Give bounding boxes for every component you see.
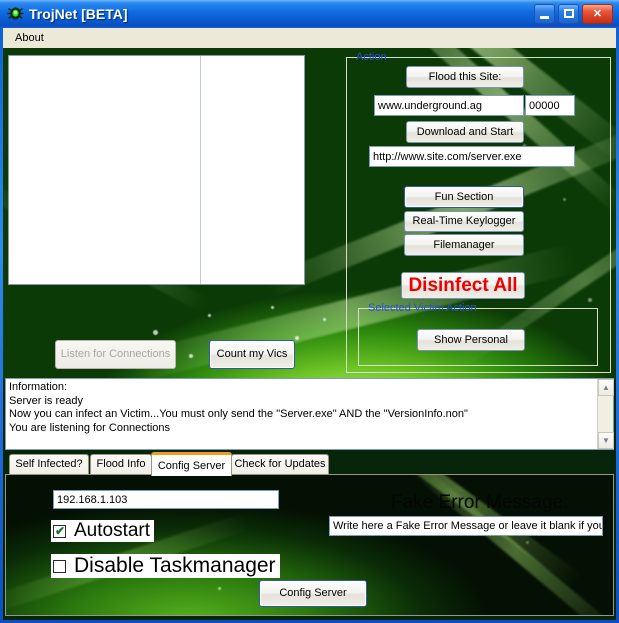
- scroll-down-icon[interactable]: ▼: [598, 432, 614, 449]
- autostart-label: Autostart: [74, 520, 151, 541]
- tab-check-for-updates[interactable]: Check for Updates: [231, 454, 329, 475]
- flood-port-input[interactable]: 00000: [525, 95, 575, 116]
- download-url-input[interactable]: http://www.site.com/server.exe: [369, 146, 575, 167]
- log-line: Now you can infect an Victim...You must …: [9, 408, 468, 420]
- bug-icon: [7, 7, 24, 20]
- autostart-checkbox[interactable]: ✔ Autostart: [51, 520, 155, 542]
- fake-error-message-input[interactable]: Write here a Fake Error Message or leave…: [329, 516, 603, 536]
- titlebar-highlight: [0, 0, 619, 3]
- client-area: Listen for Connections Count my Vics Act…: [3, 48, 616, 620]
- disable-taskmanager-label: Disable Taskmanager: [74, 554, 276, 577]
- count-my-vics-button[interactable]: Count my Vics: [209, 340, 295, 369]
- disinfect-all-button[interactable]: Disinfect All: [401, 272, 525, 299]
- scroll-up-icon[interactable]: ▲: [598, 379, 614, 396]
- minimize-button[interactable]: [534, 4, 555, 24]
- log-line: Information:: [9, 381, 68, 393]
- tab-flood-info[interactable]: Flood Info: [90, 454, 152, 475]
- selected-victim-action-title: Selected Victim Action: [368, 302, 477, 314]
- tab-self-infected[interactable]: Self Infected?: [9, 454, 89, 475]
- menu-bar: About: [3, 28, 616, 48]
- config-server-panel: 192.168.1.103 ✔ Autostart Disable Taskma…: [5, 474, 614, 616]
- minimize-icon: [540, 16, 549, 19]
- victim-listview[interactable]: [8, 55, 305, 285]
- show-personal-button[interactable]: Show Personal: [417, 329, 525, 351]
- download-and-start-button[interactable]: Download and Start: [406, 121, 524, 143]
- checkbox-box: ✔: [53, 523, 66, 538]
- fake-error-message-label: Fake Error Message:: [391, 492, 569, 513]
- application-window: TrojNet [BETA] ✕ About Listen for Connec…: [0, 0, 619, 623]
- log-scrollbar[interactable]: ▲ ▼: [597, 379, 614, 449]
- listview-column-divider: [200, 56, 201, 284]
- maximize-icon: [564, 9, 574, 18]
- checkbox-box: [53, 559, 66, 573]
- config-server-button[interactable]: Config Server: [259, 580, 367, 607]
- close-button[interactable]: ✕: [582, 4, 613, 24]
- fun-section-button[interactable]: Fun Section: [404, 186, 524, 208]
- maximize-button[interactable]: [558, 4, 579, 24]
- log-text: Information: Server is ready Now you can…: [9, 381, 594, 435]
- real-time-keylogger-button[interactable]: Real-Time Keylogger: [404, 211, 524, 232]
- information-log[interactable]: Information: Server is ready Now you can…: [5, 378, 614, 450]
- tab-config-server[interactable]: Config Server: [151, 452, 232, 476]
- close-icon: ✕: [592, 8, 603, 20]
- listen-for-connections-button[interactable]: Listen for Connections: [55, 340, 176, 369]
- flood-this-site-button[interactable]: Flood this Site:: [406, 66, 524, 88]
- disable-taskmanager-checkbox[interactable]: Disable Taskmanager: [51, 554, 280, 578]
- filemanager-button[interactable]: Filemanager: [404, 234, 524, 256]
- log-line: Server is ready: [9, 394, 83, 407]
- title-bar: TrojNet [BETA] ✕: [0, 0, 619, 28]
- menu-item-about[interactable]: About: [11, 31, 48, 46]
- action-groupbox-title: Action: [356, 51, 387, 63]
- check-icon: ✔: [55, 523, 66, 538]
- flood-site-input[interactable]: www.underground.ag: [374, 95, 524, 116]
- log-line: You are listening for Connections: [9, 421, 171, 434]
- tab-strip: Self Infected? Flood Info Config Server …: [5, 452, 614, 476]
- window-title: TrojNet [BETA]: [29, 6, 128, 22]
- ip-address-input[interactable]: 192.168.1.103: [53, 490, 279, 509]
